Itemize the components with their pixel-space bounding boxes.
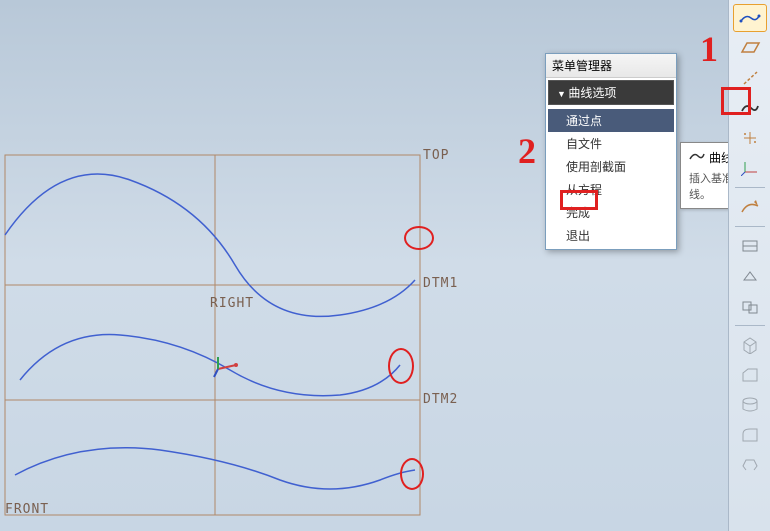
tool-csys-icon[interactable] — [733, 154, 767, 182]
tool-curve-sketch-icon[interactable] — [733, 4, 767, 32]
curve-tooltip-icon — [689, 150, 705, 165]
tool-chamfer-icon[interactable] — [733, 361, 767, 389]
datum-label-dtm1: DTM1 — [423, 276, 458, 291]
tool-plane-icon[interactable] — [733, 34, 767, 62]
annotation-number-1: 1 — [700, 28, 718, 70]
menu-item-use-section[interactable]: 使用剖截面 — [548, 155, 674, 178]
menu-item-from-file[interactable]: 自文件 — [548, 132, 674, 155]
tool-shell-icon[interactable] — [733, 451, 767, 479]
right-toolbar — [728, 0, 770, 531]
tool-curve-icon[interactable] — [733, 94, 767, 122]
tool-analysis1-icon[interactable] — [733, 232, 767, 260]
menu-manager-title: 菜单管理器 — [546, 54, 676, 78]
tool-extrude-icon[interactable] — [733, 331, 767, 359]
tool-analysis3-icon[interactable] — [733, 292, 767, 320]
menu-item-quit[interactable]: 退出 — [548, 224, 674, 247]
tool-analysis2-icon[interactable] — [733, 262, 767, 290]
origin-csys-icon — [212, 355, 242, 382]
datum-label-top: TOP — [423, 148, 449, 163]
tool-round-icon[interactable] — [733, 421, 767, 449]
datum-label-right: RIGHT — [210, 296, 254, 311]
datum-label-front: FRONT — [5, 502, 49, 517]
tool-hole-icon[interactable] — [733, 391, 767, 419]
menu-item-from-equation[interactable]: 从方程 — [548, 178, 674, 201]
tool-point-icon[interactable] — [733, 124, 767, 152]
menu-item-through-points[interactable]: 通过点 — [548, 109, 674, 132]
menu-manager-panel: 菜单管理器 曲线选项 通过点 自文件 使用剖截面 从方程 完成 退出 — [545, 53, 677, 250]
annotation-number-2: 2 — [518, 130, 536, 172]
menu-item-done[interactable]: 完成 — [548, 201, 674, 224]
tool-sketch-icon[interactable] — [733, 193, 767, 221]
datum-label-dtm2: DTM2 — [423, 392, 458, 407]
tool-axis-icon[interactable] — [733, 64, 767, 92]
menu-section-header[interactable]: 曲线选项 — [548, 80, 674, 105]
